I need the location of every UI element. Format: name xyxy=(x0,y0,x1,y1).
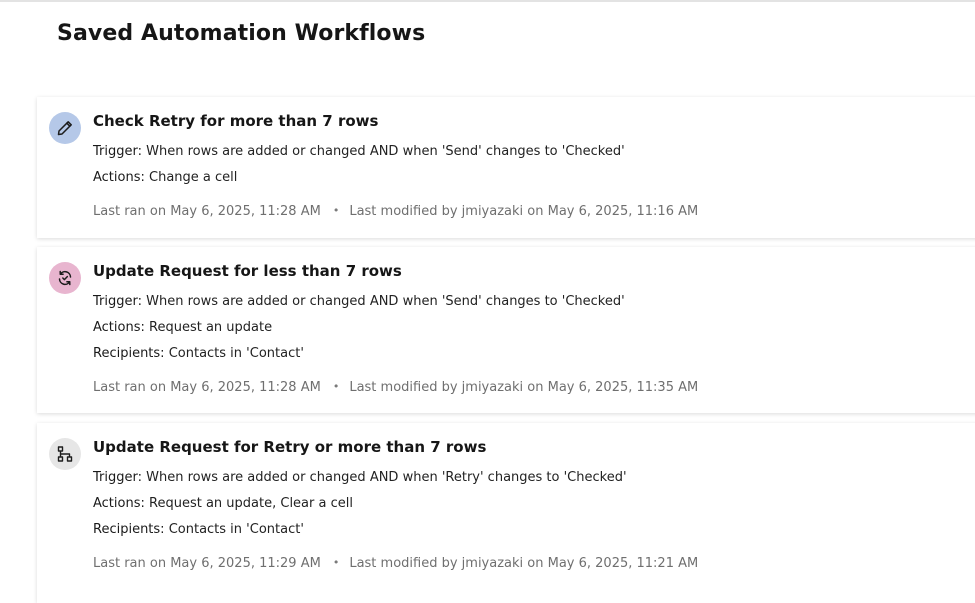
workflow-card-check-retry[interactable]: Check Retry for more than 7 rows Trigger… xyxy=(37,97,975,238)
trigger-value: When rows are added or changed AND when … xyxy=(146,294,625,309)
last-ran: Last ran on May 6, 2025, 11:28 AM xyxy=(93,380,321,395)
last-ran: Last ran on May 6, 2025, 11:29 AM xyxy=(93,556,321,571)
workflow-title[interactable]: Update Request for less than 7 rows xyxy=(93,262,402,280)
page-title: Saved Automation Workflows xyxy=(57,21,426,46)
workflow-trigger: Trigger: When rows are added or changed … xyxy=(93,470,627,485)
meta-separator: • xyxy=(332,204,340,217)
actions-label: Actions: xyxy=(93,320,145,335)
workflow-meta: Last ran on May 6, 2025, 11:28 AM • Last m… xyxy=(93,380,698,395)
workflow-actions: Actions: Request an update, Clear a cell xyxy=(93,496,353,511)
actions-value: Change a cell xyxy=(149,170,238,185)
last-modified: Last modified by jmiyazaki on May 6, 202… xyxy=(349,380,699,395)
workflow-meta: Last ran on May 6, 2025, 11:28 AM • Last m… xyxy=(93,204,698,219)
meta-separator: • xyxy=(332,556,340,569)
workflow-meta: Last ran on May 6, 2025, 11:29 AM • Last m… xyxy=(93,556,698,571)
trigger-label: Trigger: xyxy=(93,470,142,485)
recipients-label: Recipients: xyxy=(93,522,165,537)
workflow-recipients: Recipients: Contacts in 'Contact' xyxy=(93,346,304,361)
last-modified: Last modified by jmiyazaki on May 6, 202… xyxy=(349,556,699,571)
last-modified: Last modified by jmiyazaki on May 6, 202… xyxy=(349,204,699,219)
meta-separator: • xyxy=(332,380,340,393)
actions-label: Actions: xyxy=(93,170,145,185)
recipients-value: Contacts in 'Contact' xyxy=(168,522,304,537)
workflow-actions: Actions: Request an update xyxy=(93,320,272,335)
trigger-value: When rows are added or changed AND when … xyxy=(146,144,625,159)
last-ran: Last ran on May 6, 2025, 11:28 AM xyxy=(93,204,321,219)
actions-value: Request an update, Clear a cell xyxy=(149,496,353,511)
actions-label: Actions: xyxy=(93,496,145,511)
recipients-label: Recipients: xyxy=(93,346,165,361)
workflow-trigger: Trigger: When rows are added or changed … xyxy=(93,144,625,159)
workflow-trigger: Trigger: When rows are added or changed … xyxy=(93,294,625,309)
recipients-value: Contacts in 'Contact' xyxy=(168,346,304,361)
workflow-title[interactable]: Update Request for Retry or more than 7 … xyxy=(93,438,486,456)
trigger-label: Trigger: xyxy=(93,144,142,159)
trigger-value: When rows are added or changed AND when … xyxy=(146,470,627,485)
workflow-card-update-request-less[interactable]: Update Request for less than 7 rows Trig… xyxy=(37,247,975,413)
refresh-request-icon xyxy=(49,262,81,294)
workflow-actions: Actions: Change a cell xyxy=(93,170,237,185)
workflow-title[interactable]: Check Retry for more than 7 rows xyxy=(93,112,378,130)
workflow-recipients: Recipients: Contacts in 'Contact' xyxy=(93,522,304,537)
trigger-label: Trigger: xyxy=(93,294,142,309)
workflow-card-update-request-retry[interactable]: Update Request for Retry or more than 7 … xyxy=(37,423,975,603)
actions-value: Request an update xyxy=(149,320,273,335)
pencil-icon xyxy=(49,112,81,144)
top-divider xyxy=(0,0,975,2)
workflow-branch-icon xyxy=(49,438,81,470)
